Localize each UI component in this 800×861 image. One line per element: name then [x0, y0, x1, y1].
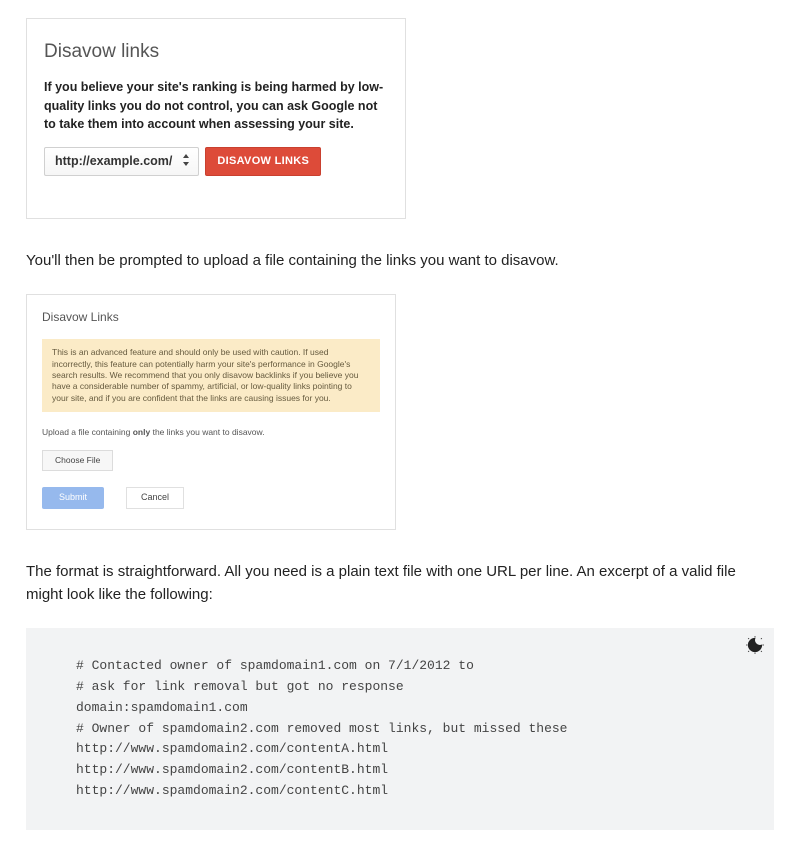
form-button-row: Submit Cancel — [42, 487, 380, 509]
choose-file-button[interactable]: Choose File — [42, 450, 113, 471]
disavow-file-example: # Contacted owner of spamdomain1.com on … — [26, 628, 774, 830]
card-controls: http://example.com/ DISAVOW LINKS — [44, 147, 388, 176]
upload-card-title: Disavow Links — [42, 308, 380, 327]
upload-instructions-bold: only — [133, 427, 150, 437]
code-example-wrapper: # Contacted owner of spamdomain1.com on … — [26, 628, 774, 830]
submit-button[interactable]: Submit — [42, 487, 104, 509]
choose-file-label: Choose File — [55, 455, 100, 465]
instruction-paragraph-1: You'll then be prompted to upload a file… — [26, 249, 774, 272]
disavow-links-card: Disavow links If you believe your site's… — [26, 18, 406, 219]
cancel-button-label: Cancel — [141, 492, 169, 502]
cancel-button[interactable]: Cancel — [126, 487, 184, 509]
disavow-links-button[interactable]: DISAVOW LINKS — [205, 147, 321, 176]
upload-instructions-prefix: Upload a file containing — [42, 427, 133, 437]
theme-toggle-icon[interactable] — [746, 636, 764, 654]
card-description: If you believe your site's ranking is be… — [44, 78, 384, 132]
warning-message: This is an advanced feature and should o… — [42, 339, 380, 412]
sort-icon — [182, 154, 190, 169]
upload-disavow-card: Disavow Links This is an advanced featur… — [26, 294, 396, 529]
site-dropdown[interactable]: http://example.com/ — [44, 147, 199, 176]
submit-button-label: Submit — [59, 492, 87, 502]
card-title: Disavow links — [44, 37, 388, 66]
site-dropdown-value: http://example.com/ — [55, 152, 172, 171]
upload-instructions: Upload a file containing only the links … — [42, 426, 380, 439]
upload-instructions-suffix: the links you want to disavow. — [150, 427, 264, 437]
instruction-paragraph-2: The format is straightforward. All you n… — [26, 560, 774, 607]
disavow-links-button-label: DISAVOW LINKS — [217, 153, 309, 170]
